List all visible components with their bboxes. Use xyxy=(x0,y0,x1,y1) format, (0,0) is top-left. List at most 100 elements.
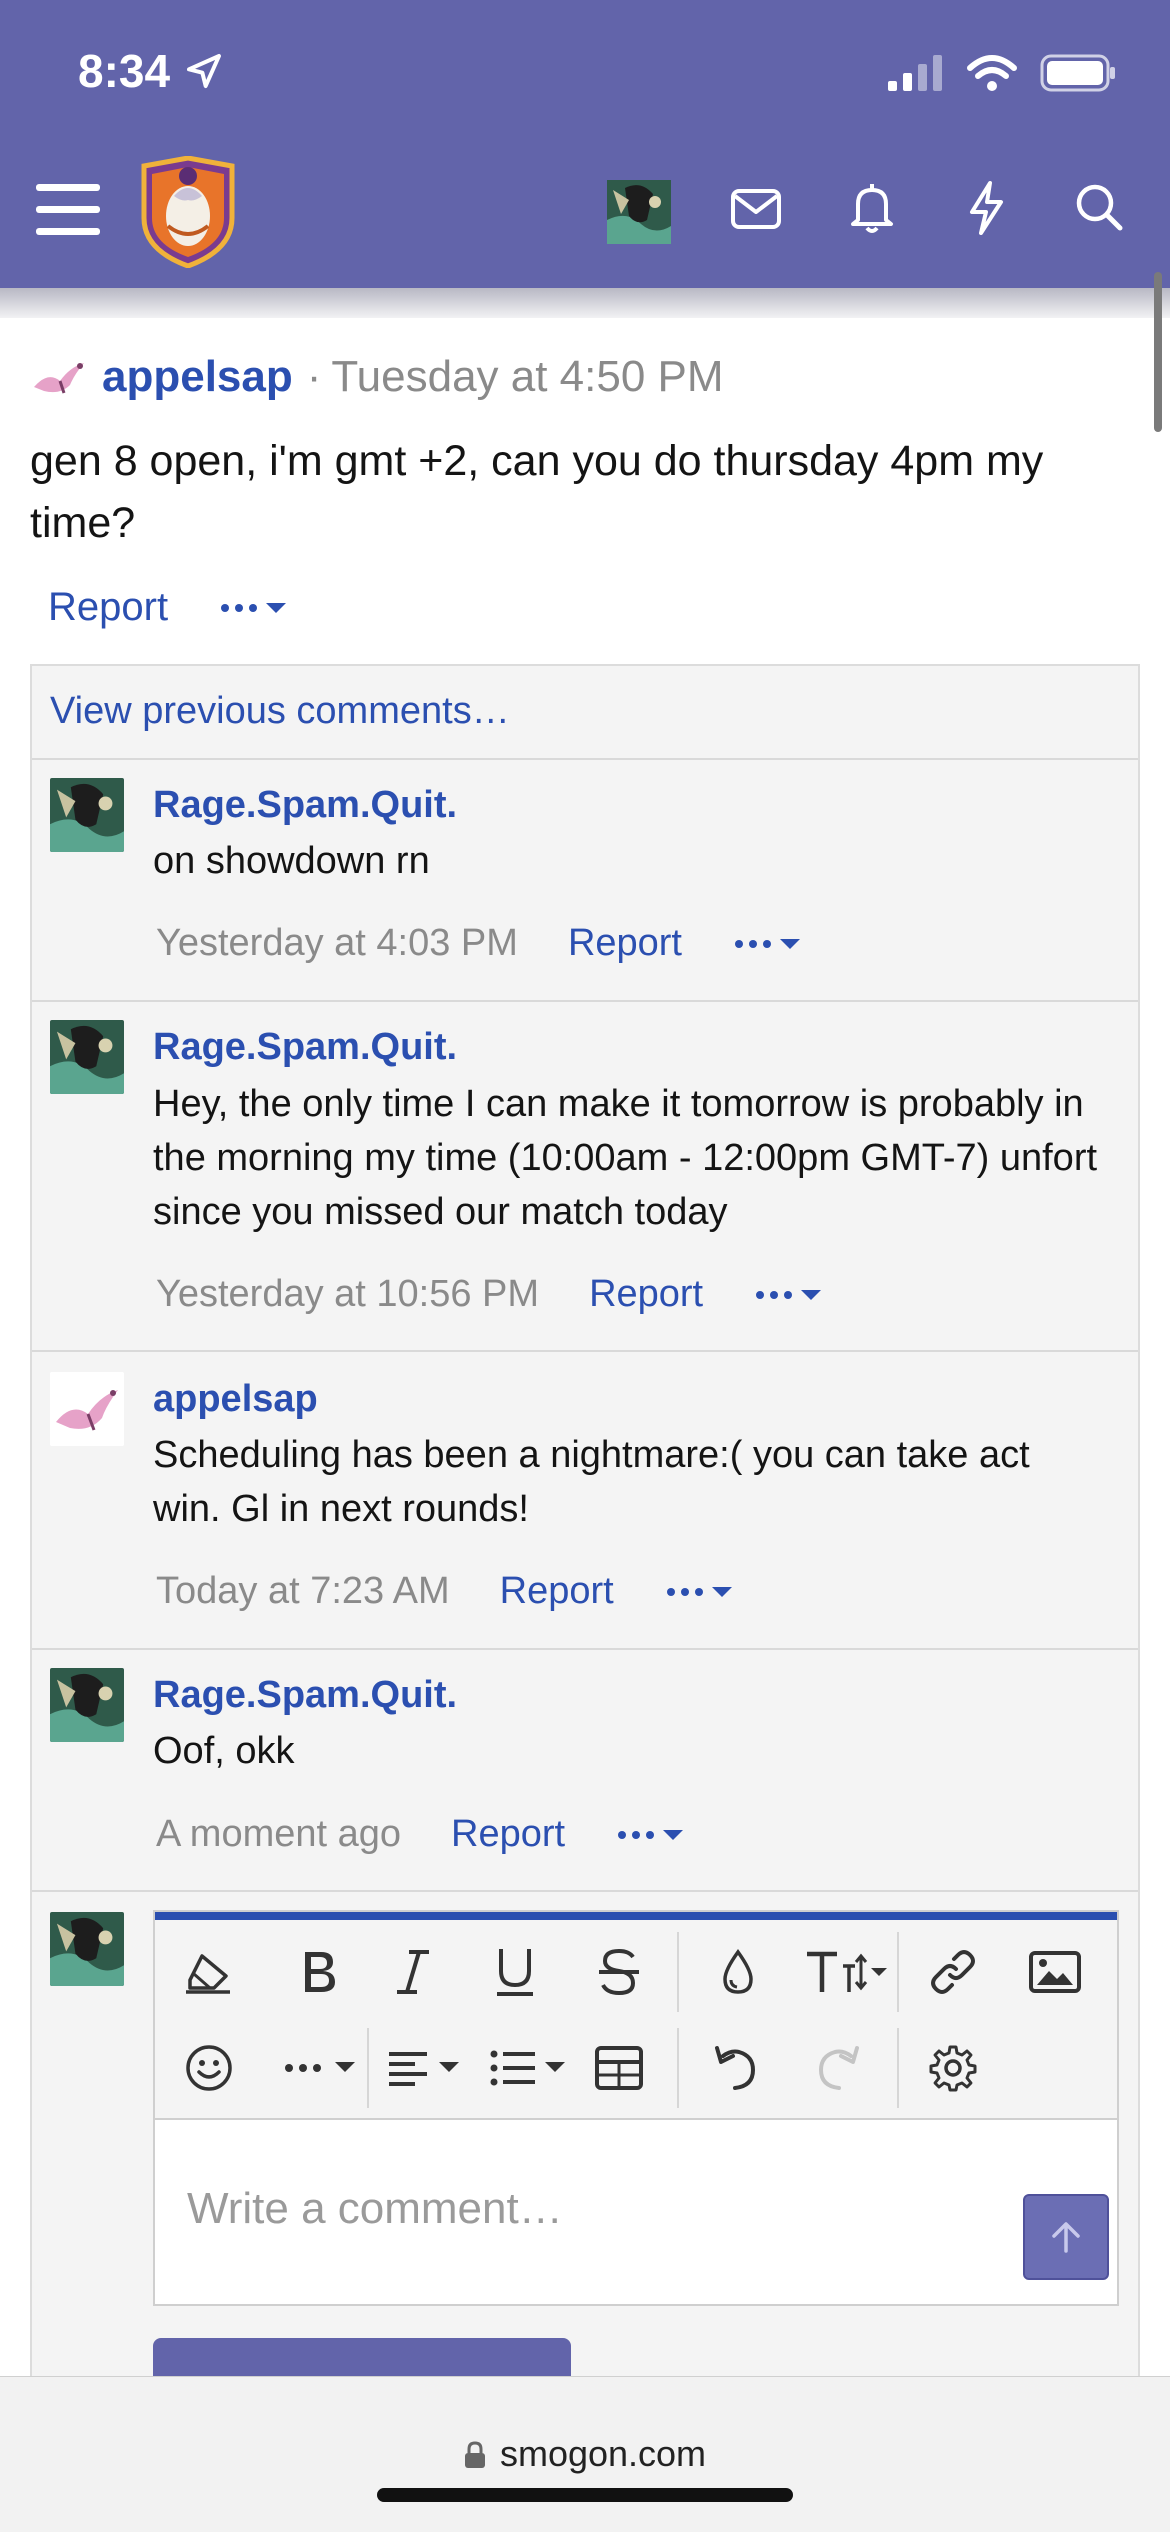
redo-icon[interactable] xyxy=(799,2028,879,2108)
lightning-bolt-icon[interactable] xyxy=(966,180,1006,236)
post-username[interactable]: appelsap xyxy=(102,352,293,402)
appelsap-avatar-icon[interactable] xyxy=(30,357,88,397)
comment-report-link[interactable]: Report xyxy=(451,1813,565,1856)
comment-text: Oof, okk xyxy=(153,1730,295,1772)
comment-more-menu[interactable] xyxy=(734,937,802,951)
underline-icon[interactable] xyxy=(475,1932,555,2012)
bold-icon[interactable] xyxy=(279,1932,359,2012)
comment-report-link[interactable]: Report xyxy=(568,922,682,965)
divider xyxy=(32,758,1138,760)
smogon-logo-icon[interactable] xyxy=(138,156,238,268)
italic-icon[interactable] xyxy=(373,1932,453,2012)
divider xyxy=(32,1000,1138,1002)
browser-bottom-bar: smogon.com xyxy=(0,2376,1170,2532)
header-shadow xyxy=(0,288,1170,318)
more-dots-icon xyxy=(735,939,771,948)
comment-footer: Yesterday at 4:03 PM Report xyxy=(156,922,802,965)
more-options-icon[interactable] xyxy=(269,2028,373,2108)
comment-text: on showdown rn xyxy=(153,840,430,882)
location-arrow-icon xyxy=(187,54,222,88)
settings-gear-icon[interactable] xyxy=(913,2028,993,2108)
view-previous-comments-link[interactable]: View previous comments… xyxy=(50,690,510,733)
divider xyxy=(32,1350,1138,1352)
caret-down-icon xyxy=(711,1586,732,1597)
comment-username[interactable]: Rage.Spam.Quit. xyxy=(153,1674,457,1717)
nav-bar xyxy=(0,150,1170,270)
status-indicators xyxy=(888,54,1116,92)
post-time[interactable]: Tuesday at 4:50 PM xyxy=(331,352,723,402)
battery-icon xyxy=(1040,54,1115,92)
address-bar[interactable]: smogon.com xyxy=(0,2433,1170,2475)
search-icon[interactable] xyxy=(1074,182,1124,232)
bell-icon[interactable] xyxy=(850,182,894,234)
comment-username[interactable]: Rage.Spam.Quit. xyxy=(153,784,457,827)
comment-footer: A moment ago Report xyxy=(156,1813,685,1856)
emoji-icon[interactable] xyxy=(169,2028,249,2108)
scrollbar[interactable] xyxy=(1154,272,1162,432)
comment-footer: Today at 7:23 AM Report xyxy=(156,1570,734,1613)
toolbar-separator xyxy=(897,1932,899,2012)
post-separator: · xyxy=(306,352,322,401)
comment-text: Scheduling has been a nightmare:( you ca… xyxy=(153,1434,1030,1530)
text-color-icon[interactable] xyxy=(698,1932,778,2012)
more-dots-icon xyxy=(618,1830,655,1839)
divider xyxy=(32,1890,1138,1892)
post-more-menu[interactable] xyxy=(220,601,288,615)
arrow-up-icon xyxy=(1052,2222,1080,2253)
table-icon[interactable] xyxy=(579,2028,659,2108)
comment-avatar[interactable] xyxy=(50,1668,124,1742)
image-icon[interactable] xyxy=(1015,1932,1095,2012)
toolbar-separator xyxy=(367,2028,369,2108)
comment-report-link[interactable]: Report xyxy=(500,1570,614,1613)
caret-down-icon xyxy=(780,938,800,949)
caret-down-icon xyxy=(266,602,287,613)
my-avatar[interactable] xyxy=(50,1912,124,1986)
comment-editor: Write a comment… xyxy=(153,1910,1119,2306)
comment-username[interactable]: Rage.Spam.Quit. xyxy=(153,1026,457,1069)
link-icon[interactable] xyxy=(913,1932,993,2012)
comment-avatar[interactable] xyxy=(50,1372,124,1446)
comment-time[interactable]: Yesterday at 10:56 PM xyxy=(156,1273,539,1316)
remove-formatting-icon[interactable] xyxy=(169,1932,249,2012)
comment-username[interactable]: appelsap xyxy=(153,1378,318,1421)
toolbar-separator xyxy=(677,1932,679,2012)
comment-time[interactable]: Yesterday at 4:03 PM xyxy=(156,922,518,965)
toolbar-separator xyxy=(897,2028,899,2108)
mail-icon[interactable] xyxy=(730,188,782,230)
comment-more-menu[interactable] xyxy=(755,1288,823,1302)
submit-comment-button[interactable] xyxy=(1023,2194,1109,2280)
status-time: 8:34 xyxy=(78,44,224,98)
list-icon[interactable] xyxy=(481,2028,577,2108)
comment-input[interactable]: Write a comment… xyxy=(187,2184,563,2234)
post-header: appelsap · Tuesday at 4:50 PM xyxy=(30,352,724,402)
site-header: 8:34 xyxy=(0,0,1170,288)
toolbar-separator xyxy=(677,2028,679,2108)
cellular-signal-icon xyxy=(888,55,942,91)
comment-avatar[interactable] xyxy=(50,1020,124,1094)
caret-down-icon xyxy=(663,1829,684,1840)
comment-more-menu[interactable] xyxy=(666,1585,734,1599)
undo-icon[interactable] xyxy=(695,2028,775,2108)
hamburger-menu-icon[interactable] xyxy=(36,182,100,238)
editor-toolbar xyxy=(155,1920,1117,2120)
home-indicator xyxy=(377,2488,793,2502)
comment-avatar[interactable] xyxy=(50,778,124,852)
comment-footer: Yesterday at 10:56 PM Report xyxy=(156,1273,823,1316)
post-report-link[interactable]: Report xyxy=(48,585,168,630)
post-actions: Report xyxy=(48,585,288,630)
url-text: smogon.com xyxy=(499,2433,707,2474)
comment-time[interactable]: A moment ago xyxy=(156,1813,401,1856)
wifi-icon xyxy=(967,55,1017,91)
comment-report-link[interactable]: Report xyxy=(589,1273,703,1316)
lock-icon xyxy=(464,2441,485,2468)
comment-time[interactable]: Today at 7:23 AM xyxy=(156,1570,450,1613)
align-icon[interactable] xyxy=(377,2028,473,2108)
strikethrough-icon[interactable] xyxy=(579,1932,659,2012)
editor-focus-bar xyxy=(155,1912,1117,1920)
divider xyxy=(32,1648,1138,1650)
font-size-icon[interactable] xyxy=(795,1932,895,2012)
user-avatar[interactable] xyxy=(607,180,671,244)
more-dots-icon xyxy=(666,1587,703,1596)
comment-more-menu[interactable] xyxy=(617,1828,685,1842)
caret-down-icon xyxy=(801,1289,822,1300)
